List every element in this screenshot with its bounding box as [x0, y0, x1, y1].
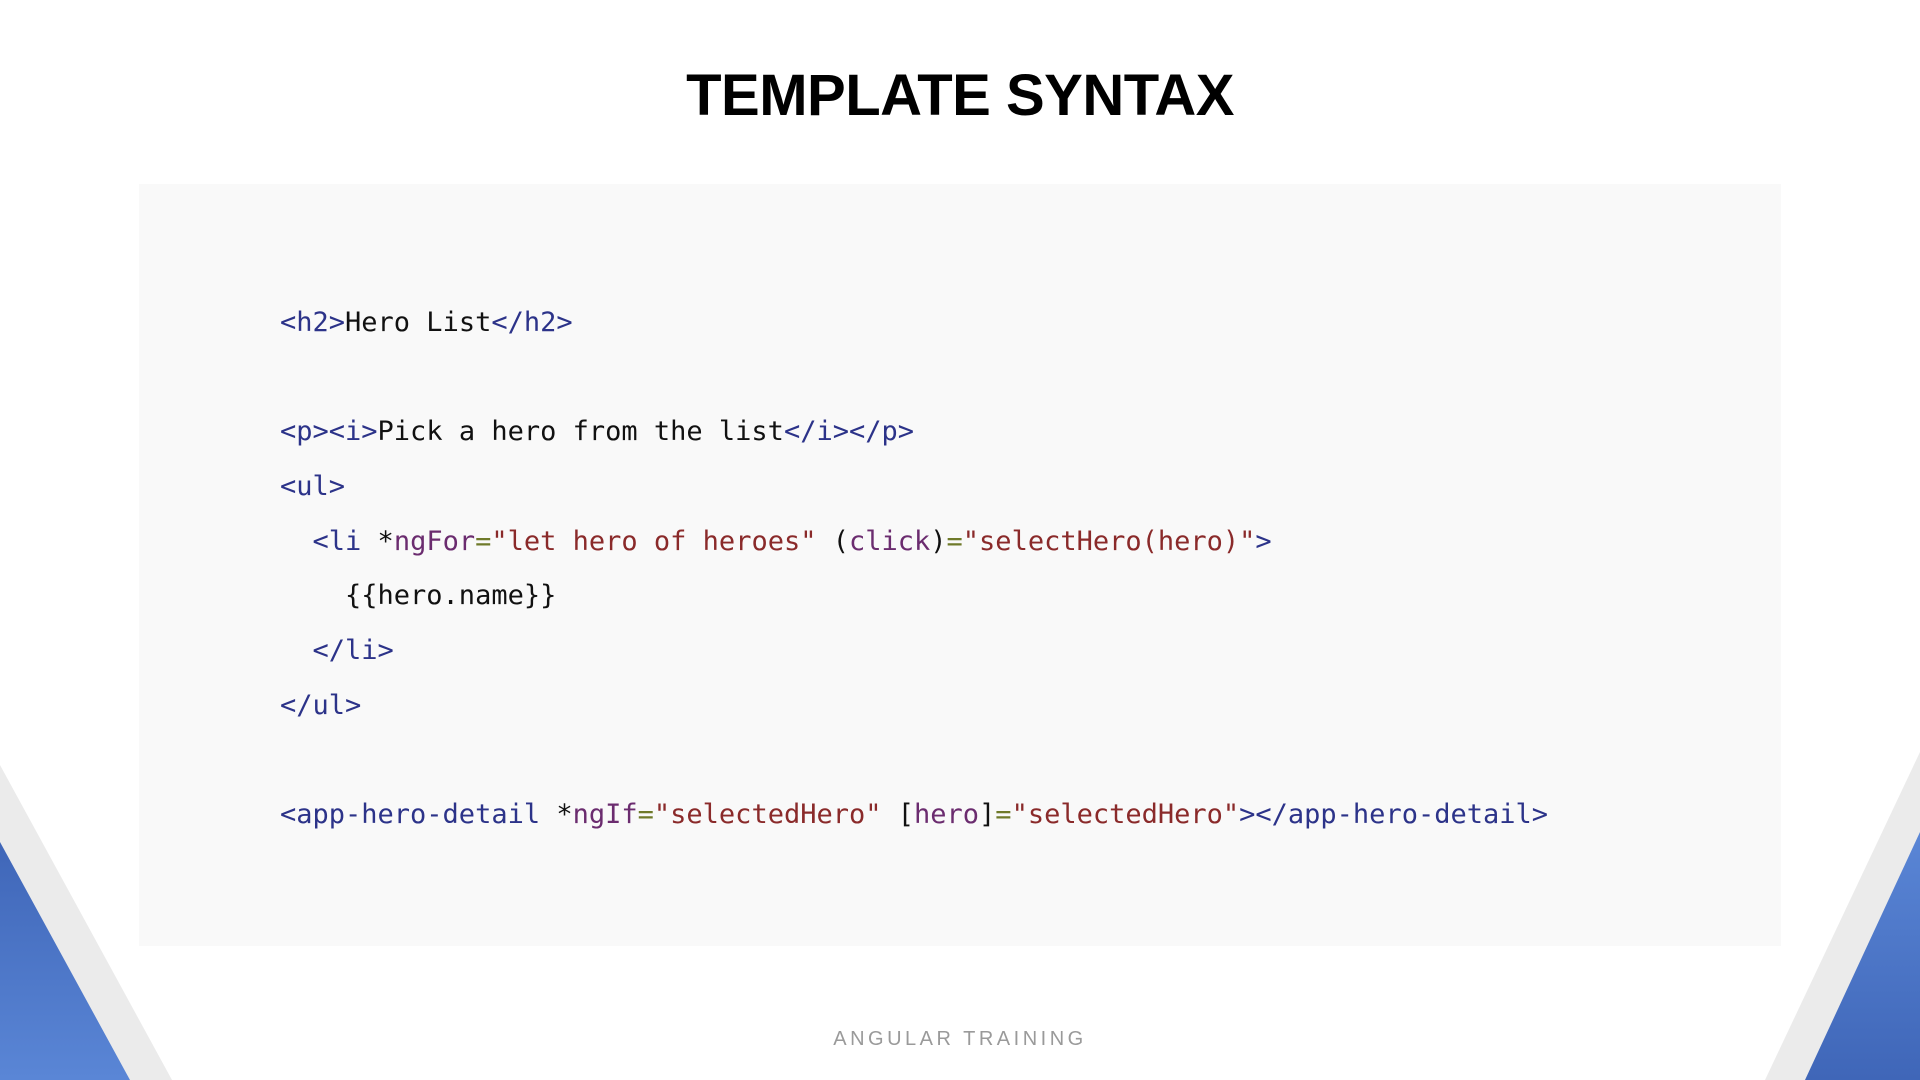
code-token-attr: ngFor	[393, 525, 476, 557]
code-line: <app-hero-detail *ngIf="selectedHero" [h…	[280, 788, 1548, 843]
code-token-tag: </ul>	[280, 689, 362, 721]
slide-title: TEMPLATE SYNTAX	[686, 63, 1234, 128]
code-token-tag: ></app-hero-detail>	[1239, 799, 1548, 831]
code-token-tag: <li	[312, 525, 362, 557]
code-line: <p><i>Pick a hero from the list</i></p>	[280, 405, 1548, 460]
code-token-tag: </h2>	[491, 307, 573, 338]
code-token-txt: )	[930, 525, 947, 557]
code-line: <ul>	[280, 460, 1548, 515]
code-token-tag: <app-hero-detail	[280, 799, 541, 831]
slide-footer: ANGULAR TRAINING	[833, 1028, 1087, 1050]
slide: TEMPLATE SYNTAX <h2>Hero List</h2> <p><i>…	[0, 0, 1920, 1080]
code-token-tag: >	[1255, 525, 1272, 557]
code-line: <li *ngFor="let hero of heroes" (click)=…	[280, 515, 1548, 570]
code-line: </ul>	[280, 679, 1548, 734]
code-line: {{hero.name}}	[280, 569, 1548, 624]
code-line: <h2>Hero List</h2>	[280, 296, 1548, 351]
code-token-eq: =	[946, 525, 963, 557]
code-token-eq: =	[995, 799, 1012, 831]
code-token-eq: =	[637, 799, 654, 831]
code-token-tag: </li>	[312, 635, 394, 667]
code-token-txt: *	[540, 799, 573, 831]
code-token-str: "selectedHero"	[653, 799, 882, 831]
code-block: <h2>Hero List</h2> <p><i>Pick a hero from…	[280, 296, 1548, 843]
code-token-tag: <p><i>	[280, 416, 378, 448]
code-token-tag: <h2>	[280, 307, 346, 338]
code-token-txt: {{hero.name}}	[280, 580, 557, 612]
code-token-txt: Pick a hero from the list	[377, 416, 784, 448]
code-token-attr: hero	[914, 799, 980, 831]
code-token-str: "selectedHero"	[1011, 799, 1240, 831]
code-token-str: "let hero of heroes"	[491, 525, 817, 557]
code-token-eq: =	[475, 525, 492, 557]
code-token-txt: *	[361, 525, 394, 557]
code-token-str: "selectHero(hero)"	[962, 525, 1256, 557]
code-token-txt: Hero List	[345, 307, 492, 338]
code-line: </li>	[280, 624, 1548, 679]
code-token-attr: ngIf	[572, 799, 638, 831]
code-token-tag: <ul>	[280, 471, 346, 503]
code-token-txt: (	[816, 525, 849, 557]
code-token-txt: ]	[979, 799, 996, 831]
code-token-attr: click	[848, 525, 931, 557]
code-token-tag: </i></p>	[783, 416, 914, 448]
code-token-txt: [	[881, 799, 914, 831]
